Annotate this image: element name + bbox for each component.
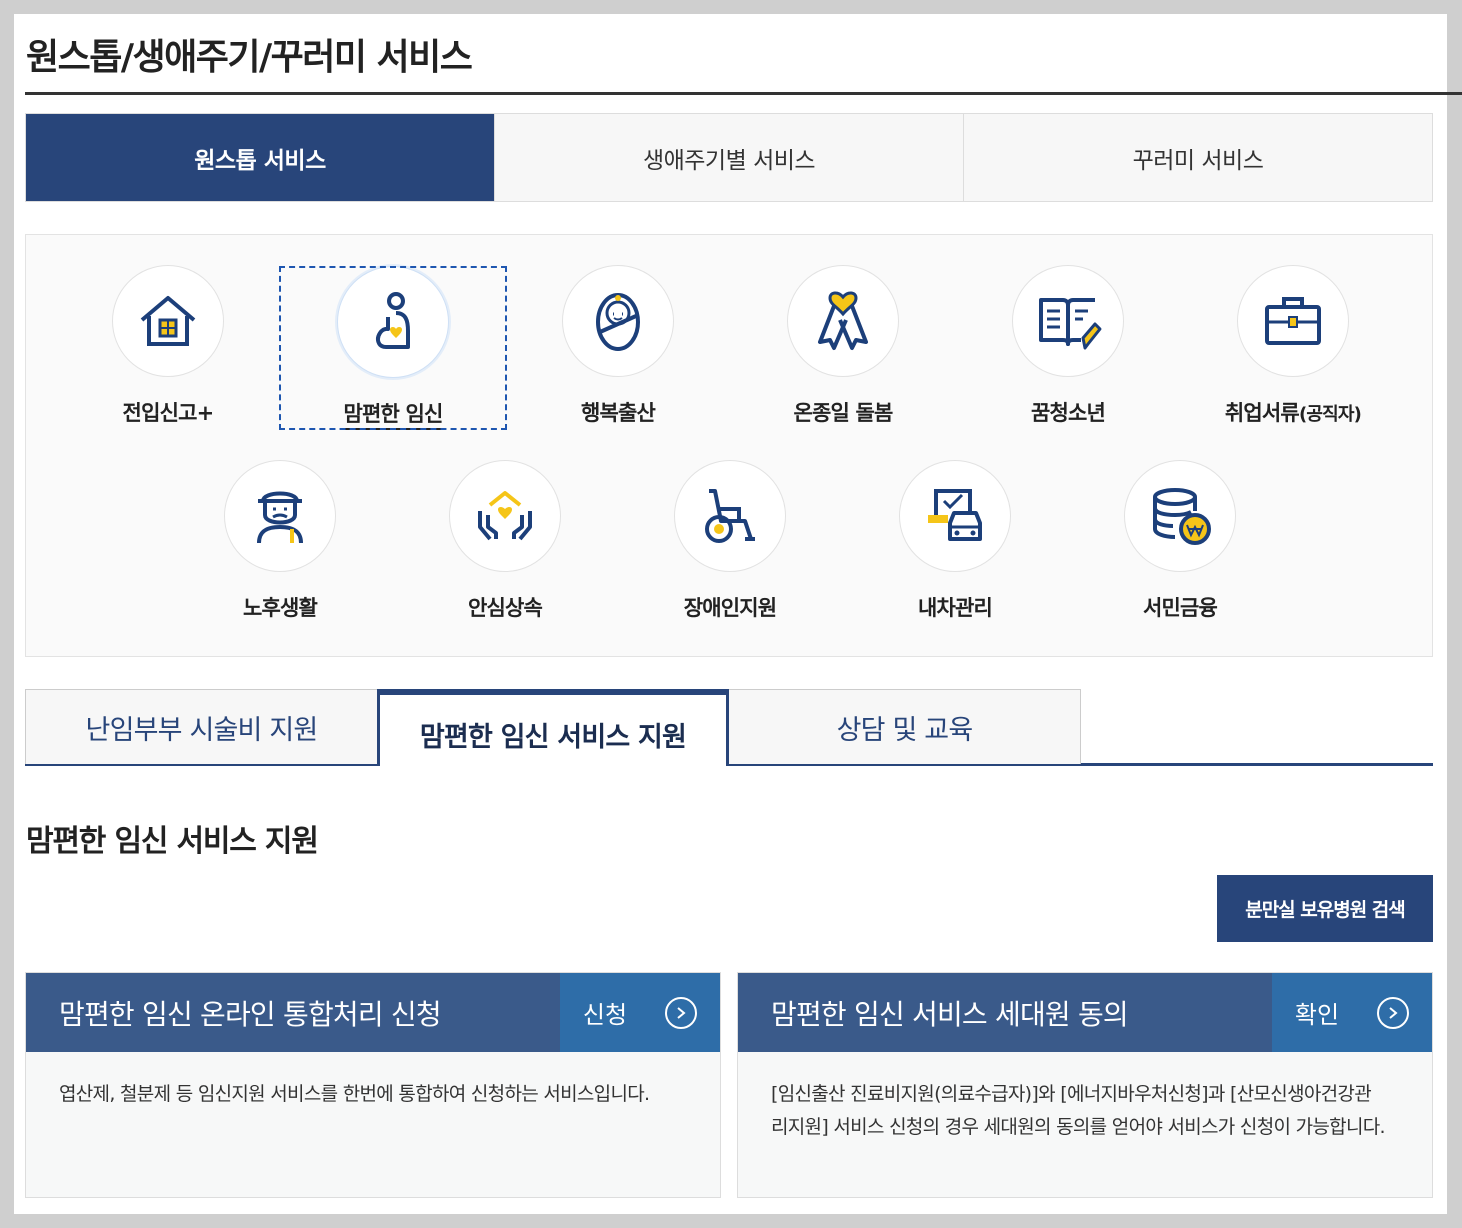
hospital-search-button[interactable]: 분만실 보유병원 검색 — [1217, 875, 1433, 942]
service-label: 취업서류(공직자) — [1224, 401, 1362, 425]
card-header: 맘편한 임신 서비스 세대원 동의 확인 — [738, 973, 1432, 1052]
service-label: 전입신고+ — [122, 401, 215, 425]
service-disability-support[interactable]: 장애인지원 — [618, 460, 842, 620]
hands-home-icon — [478, 491, 532, 541]
title-divider — [25, 92, 1462, 95]
service-icon-circle — [224, 460, 336, 572]
service-label: 안심상속 — [467, 596, 543, 620]
main-tabs: 원스톱 서비스 생애주기별 서비스 꾸러미 서비스 — [25, 113, 1433, 202]
tab-counseling[interactable]: 상담 및 교육 — [728, 689, 1081, 764]
service-icon-circle — [1124, 460, 1236, 572]
coins-icon — [1153, 488, 1211, 545]
service-retirement[interactable]: 노후생활 — [168, 460, 392, 620]
card-household-consent: 맘편한 임신 서비스 세대원 동의 확인 [임신출산 진료비지원(의료수급자)]… — [737, 972, 1433, 1198]
baby-icon — [596, 293, 640, 351]
car-document-icon — [928, 489, 982, 541]
service-childbirth[interactable]: 행복출산 — [506, 265, 730, 425]
apply-label: 신청 — [582, 1001, 628, 1029]
service-label: 행복출산 — [580, 401, 656, 425]
card-title: 맘편한 임신 온라인 통합처리 신청 — [59, 997, 442, 1031]
confirm-button[interactable]: 확인 — [1272, 973, 1432, 1052]
service-icon-circle — [899, 460, 1011, 572]
service-label: 온종일 돌봄 — [793, 401, 893, 425]
tab-pregnancy-support[interactable]: 맘편한 임신 서비스 지원 — [377, 689, 729, 766]
service-icon-circle — [562, 265, 674, 377]
tab-package[interactable]: 꾸러미 서비스 — [963, 114, 1432, 201]
service-label: 노후생활 — [242, 596, 318, 620]
pregnancy-icon — [376, 292, 410, 349]
service-car-management[interactable]: 내차관리 — [843, 460, 1067, 620]
ribbon-heart-icon — [818, 291, 868, 350]
service-icon-circle — [449, 460, 561, 572]
card-description: [임신출산 진료비지원(의료수급자)]와 [에너지바우처신청]과 [산모신생아건… — [738, 1052, 1432, 1170]
apply-button[interactable]: 신청 — [560, 973, 720, 1052]
chevron-right-icon — [665, 996, 698, 1029]
house-icon — [140, 296, 196, 346]
service-job-documents[interactable]: 취업서류(공직자) — [1181, 265, 1405, 425]
description-line: 리지원] 서비스 신청의 경우 세대원의 동의를 얻어야 서비스가 신청이 가능… — [771, 1116, 1386, 1138]
card-online-application: 맘편한 임신 온라인 통합처리 신청 신청 엽산제, 철분제 등 임신지원 서비… — [25, 972, 721, 1198]
service-label: 내차관리 — [917, 596, 993, 620]
service-label: 꿈청소년 — [1030, 401, 1106, 425]
book-pencil-icon — [1039, 298, 1102, 350]
page-title: 원스톱/생애주기/꾸러미 서비스 — [26, 37, 473, 78]
tab-infertility-support[interactable]: 난임부부 시술비 지원 — [25, 689, 378, 764]
service-move-in[interactable]: 전입신고+ — [56, 265, 280, 425]
service-youth[interactable]: 꿈청소년 — [956, 265, 1180, 425]
tab-onestop[interactable]: 원스톱 서비스 — [26, 114, 494, 201]
service-inheritance[interactable]: 안심상속 — [393, 460, 617, 620]
wheelchair-icon — [705, 489, 755, 543]
service-icon-circle — [674, 460, 786, 572]
briefcase-icon — [1265, 297, 1321, 345]
card-header: 맘편한 임신 온라인 통합처리 신청 신청 — [26, 973, 720, 1052]
service-label: 맘편한 임신 — [281, 398, 505, 430]
service-icon-panel: 전입신고+ 맘편한 임신 행복출산 온종일 돌봄 꿈청소년 취업서류(공직자) … — [25, 234, 1433, 657]
service-finance[interactable]: 서민금융 — [1068, 460, 1292, 620]
section-title: 맘편한 임신 서비스 지원 — [26, 824, 319, 859]
service-all-day-care[interactable]: 온종일 돌봄 — [731, 265, 955, 425]
service-label: 서민금융 — [1142, 596, 1218, 620]
service-icon-circle — [1012, 265, 1124, 377]
elderly-icon — [257, 491, 303, 544]
service-icon-circle — [337, 266, 449, 378]
confirm-label: 확인 — [1294, 1001, 1340, 1029]
chevron-right-icon — [1377, 996, 1410, 1029]
tab-lifecycle[interactable]: 생애주기별 서비스 — [494, 114, 963, 201]
card-description: 엽산제, 철분제 등 임신지원 서비스를 한번에 통합하여 신청하는 서비스입니… — [59, 1083, 650, 1105]
service-icon-circle — [112, 265, 224, 377]
card-title: 맘편한 임신 서비스 세대원 동의 — [771, 997, 1129, 1031]
service-icon-circle — [1237, 265, 1349, 377]
description-line: [임신출산 진료비지원(의료수급자)]와 [에너지바우처신청]과 [산모신생아건… — [771, 1083, 1372, 1105]
service-icon-circle — [787, 265, 899, 377]
service-label: 장애인지원 — [683, 596, 777, 620]
sub-tabs: 난임부부 시술비 지원 맘편한 임신 서비스 지원 상담 및 교육 — [25, 689, 1433, 766]
service-pregnancy[interactable]: 맘편한 임신 — [279, 266, 507, 430]
